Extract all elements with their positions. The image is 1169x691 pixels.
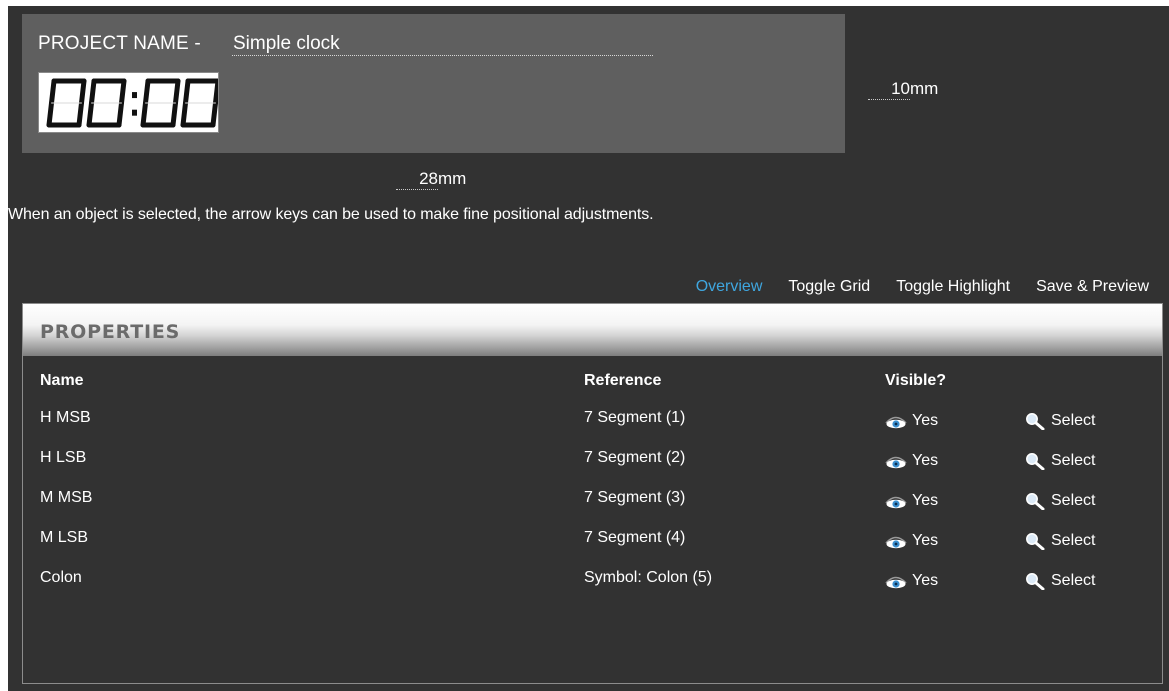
row-reference: Symbol: Colon (5) <box>584 569 713 586</box>
digit-segment-e <box>46 100 54 128</box>
toolbar: Overview Toggle Grid Toggle Highlight Sa… <box>670 278 1149 296</box>
properties-title: PROPERTIES <box>40 321 181 343</box>
toggle-highlight-link[interactable]: Toggle Highlight <box>896 278 1010 296</box>
column-header-visible: Visible? <box>885 372 947 389</box>
digit-segment-f <box>89 78 97 106</box>
select-button[interactable]: Select <box>1024 484 1095 510</box>
eye-icon <box>885 576 907 589</box>
width-dimension: mm <box>396 169 466 190</box>
height-dimension: mm <box>868 79 938 100</box>
row-reference: 7 Segment (3) <box>584 489 686 506</box>
row-name: H LSB <box>40 449 87 466</box>
visibility-toggle[interactable]: Yes <box>885 484 938 510</box>
select-label: Select <box>1051 532 1096 549</box>
table-row: M MSB 7 Segment (3) Yes Select <box>23 484 1162 524</box>
table-row: Colon Symbol: Colon (5) Yes Select <box>23 564 1162 604</box>
digit-segment-e <box>140 100 148 128</box>
column-header-reference: Reference <box>584 372 662 389</box>
select-button[interactable]: Select <box>1024 404 1095 430</box>
colon-dot <box>132 92 137 99</box>
table-row: H LSB 7 Segment (2) Yes Select <box>23 444 1162 484</box>
project-name-input[interactable] <box>232 33 653 56</box>
magnifier-icon <box>1026 533 1045 550</box>
eye-icon <box>885 536 907 549</box>
height-input[interactable] <box>868 79 910 100</box>
eye-icon <box>885 416 907 429</box>
colon-dot <box>132 109 137 116</box>
visible-value: Yes <box>912 572 939 589</box>
eye-icon <box>885 456 907 469</box>
magnifier-icon <box>1026 573 1045 590</box>
select-button[interactable]: Select <box>1024 524 1095 550</box>
row-name: Colon <box>40 569 82 586</box>
visible-value: Yes <box>912 412 939 429</box>
row-reference: 7 Segment (2) <box>584 449 686 466</box>
positioning-hint: When an object is selected, the arrow ke… <box>8 206 654 223</box>
digit-segment-c <box>116 100 124 128</box>
magnifier-icon <box>1026 413 1045 430</box>
visible-value: Yes <box>912 492 939 509</box>
table-row: M LSB 7 Segment (4) Yes Select <box>23 524 1162 564</box>
visibility-toggle[interactable]: Yes <box>885 564 938 590</box>
digit-segment-e <box>86 100 94 128</box>
digit-segment-b <box>213 78 221 106</box>
select-label: Select <box>1051 452 1096 469</box>
column-header-name: Name <box>40 372 84 389</box>
digit-segment-f <box>143 78 151 106</box>
digit-segment-c <box>76 100 84 128</box>
magnifier-icon <box>1026 453 1045 470</box>
row-name: M MSB <box>40 489 93 506</box>
save-preview-link[interactable]: Save & Preview <box>1036 278 1149 296</box>
toggle-grid-link[interactable]: Toggle Grid <box>788 278 870 296</box>
row-reference: 7 Segment (1) <box>584 409 686 426</box>
magnifier-icon <box>1026 493 1045 510</box>
row-reference: 7 Segment (4) <box>584 529 686 546</box>
digit-segment-b <box>119 78 127 106</box>
seven-segment-clock-preview[interactable] <box>38 72 221 133</box>
row-name: M LSB <box>40 529 89 546</box>
properties-rows: H MSB 7 Segment (1) Yes Select H LSB 7 S… <box>23 404 1162 604</box>
properties-header: PROPERTIES <box>23 304 1162 356</box>
digit-segment-c <box>170 100 178 128</box>
visibility-toggle[interactable]: Yes <box>885 404 938 430</box>
digit-segment-e <box>180 100 188 128</box>
digit-segment-b <box>79 78 87 106</box>
digit-segment-f <box>49 78 57 106</box>
digit-segment-f <box>183 78 191 106</box>
visibility-toggle[interactable]: Yes <box>885 524 938 550</box>
height-unit: mm <box>910 79 939 98</box>
digit-segment-b <box>173 78 181 106</box>
row-name: H MSB <box>40 409 91 426</box>
clock-digits-graphic <box>46 78 221 128</box>
width-unit: mm <box>438 169 467 188</box>
select-label: Select <box>1051 492 1096 509</box>
eye-icon <box>885 496 907 509</box>
app-window: PROJECT NAME - mm mm When an object is s… <box>8 6 1169 691</box>
visible-value: Yes <box>912 532 939 549</box>
select-button[interactable]: Select <box>1024 444 1095 470</box>
select-label: Select <box>1051 572 1096 589</box>
properties-panel: PROPERTIES Name Reference Visible? H MSB… <box>22 303 1163 684</box>
width-input[interactable] <box>396 169 438 190</box>
visibility-toggle[interactable]: Yes <box>885 444 938 470</box>
project-name-label: PROJECT NAME - <box>38 33 201 54</box>
visible-value: Yes <box>912 452 939 469</box>
design-canvas[interactable]: PROJECT NAME - <box>22 14 845 153</box>
digit-segment-c <box>210 100 218 128</box>
select-button[interactable]: Select <box>1024 564 1095 590</box>
overview-link[interactable]: Overview <box>696 278 763 296</box>
select-label: Select <box>1051 412 1096 429</box>
table-row: H MSB 7 Segment (1) Yes Select <box>23 404 1162 444</box>
